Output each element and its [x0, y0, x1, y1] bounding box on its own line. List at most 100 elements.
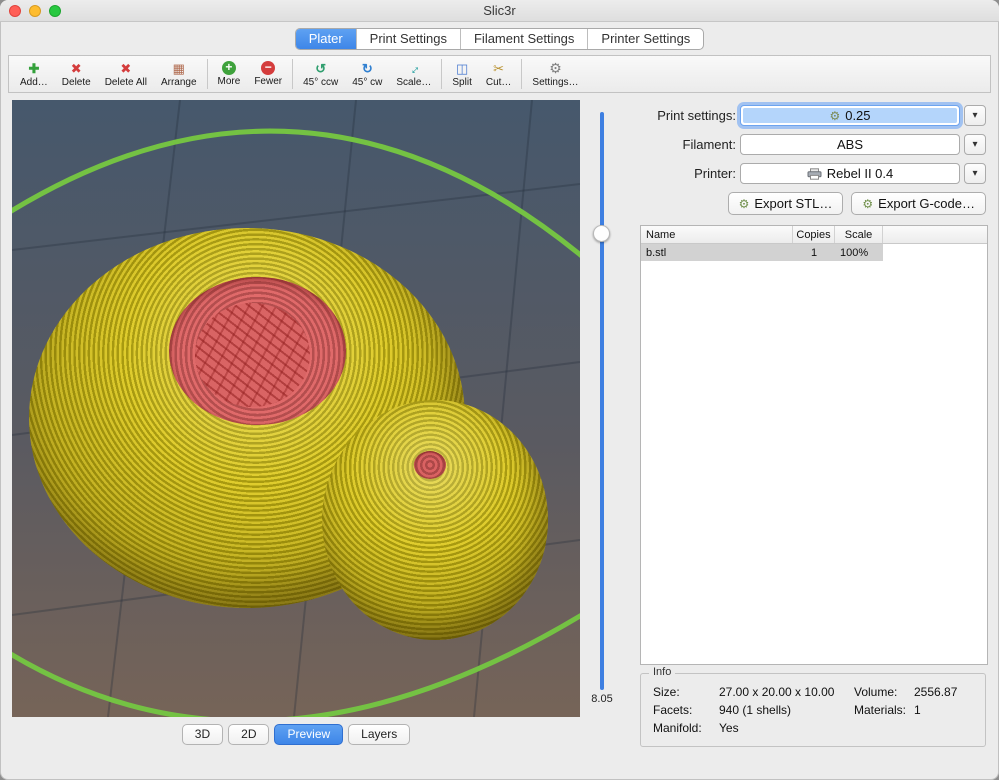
manifold-label: Manifold:: [653, 721, 719, 735]
table-row[interactable]: b.stl 1 100%: [641, 244, 987, 261]
info-grid: Size: 27.00 x 20.00 x 10.00 Volume: 2556…: [653, 685, 979, 735]
cut-button[interactable]: ✂ Cut…: [479, 57, 519, 91]
preview-3d-canvas[interactable]: [12, 100, 580, 717]
object-table[interactable]: Name Copies Scale b.stl 1 100%: [640, 225, 988, 665]
delete-all-button[interactable]: ✖ Delete All: [98, 57, 154, 91]
printer-icon: [807, 168, 822, 180]
rotate-ccw-button[interactable]: ↺ 45° ccw: [296, 57, 345, 91]
add-icon: ✚: [28, 61, 39, 76]
minimize-button[interactable]: [29, 5, 41, 17]
view-button-3d[interactable]: 3D: [182, 724, 223, 745]
tab-print-settings[interactable]: Print Settings: [357, 29, 461, 49]
size-value: 27.00 x 20.00 x 10.00: [719, 685, 854, 699]
tab-control: Plater Print Settings Filament Settings …: [295, 28, 705, 50]
zoom-button[interactable]: [49, 5, 61, 17]
cell-copies: 1: [793, 244, 835, 261]
tab-printer-settings[interactable]: Printer Settings: [588, 29, 703, 49]
slic3r-window: Slic3r Plater Print Settings Filament Se…: [0, 0, 999, 780]
export-gear-icon: ⚙: [739, 198, 750, 210]
materials-label: Materials:: [854, 703, 914, 717]
size-label: Size:: [653, 685, 719, 699]
object-dome-small-infill[interactable]: [414, 451, 446, 479]
printer-value: Rebel II 0.4: [827, 166, 894, 181]
print-settings-selection: ⚙ 0.25: [743, 108, 957, 123]
settings-gear-icon: ⚙: [549, 61, 562, 76]
delete-button[interactable]: ✖ Delete: [55, 57, 98, 91]
split-icon: ◫: [456, 61, 468, 76]
window-title: Slic3r: [0, 0, 999, 22]
scale-button[interactable]: ↔ Scale…: [389, 57, 438, 91]
view-mode-buttons: 3D 2D Preview Layers: [12, 724, 580, 745]
scale-icon: ↔: [404, 58, 424, 78]
export-stl-button[interactable]: ⚙ Export STL…: [728, 192, 844, 215]
tab-plater[interactable]: Plater: [296, 29, 357, 49]
title-bar[interactable]: Slic3r: [0, 0, 999, 22]
print-settings-combo[interactable]: ⚙ 0.25: [740, 105, 960, 126]
object-dome-large-infill[interactable]: [195, 303, 310, 407]
print-settings-value: 0.25: [845, 108, 870, 123]
printer-dropdown-button[interactable]: ▾: [964, 163, 986, 184]
facets-value: 940 (1 shells): [719, 703, 854, 717]
cell-scale: 100%: [835, 244, 883, 261]
delete-all-icon: ✖: [120, 61, 131, 76]
arrange-button[interactable]: ▦ Arrange: [154, 57, 204, 91]
layer-slider-value: 8.05: [582, 693, 622, 705]
rotate-cw-button[interactable]: ↻ 45° cw: [345, 57, 389, 91]
toolbar-separator: [292, 59, 293, 89]
layer-slider-thumb[interactable]: [593, 225, 610, 242]
view-button-preview[interactable]: Preview: [274, 724, 343, 745]
fewer-button[interactable]: − Fewer: [247, 57, 289, 91]
filament-combo[interactable]: ABS: [740, 134, 960, 155]
split-button[interactable]: ◫ Split: [445, 57, 478, 91]
volume-label: Volume:: [854, 685, 914, 699]
printer-label: Printer:: [600, 163, 736, 184]
rotate-ccw-icon: ↺: [315, 61, 326, 76]
arrange-icon: ▦: [173, 61, 185, 76]
toolbar-separator: [521, 59, 522, 89]
print-settings-label: Print settings:: [600, 105, 736, 126]
materials-value: 1: [914, 703, 979, 717]
cut-icon: ✂: [493, 61, 504, 76]
info-group: Info Size: 27.00 x 20.00 x 10.00 Volume:…: [640, 673, 986, 747]
export-buttons-row: ⚙ Export STL… ⚙ Export G-code…: [640, 192, 986, 215]
chevron-down-icon: ▾: [972, 168, 977, 179]
object-dome-small[interactable]: [322, 400, 548, 640]
more-button[interactable]: + More: [211, 57, 248, 91]
tab-filament-settings[interactable]: Filament Settings: [461, 29, 588, 49]
more-icon: +: [222, 61, 236, 75]
export-gcode-button[interactable]: ⚙ Export G-code…: [851, 192, 986, 215]
layer-slider-track[interactable]: [600, 112, 604, 690]
add-button[interactable]: ✚ Add…: [13, 57, 55, 91]
column-header-scale[interactable]: Scale: [835, 226, 883, 243]
column-header-name[interactable]: Name: [641, 226, 793, 243]
gear-icon: ⚙: [829, 110, 840, 122]
tab-bar: Plater Print Settings Filament Settings …: [0, 22, 999, 55]
view-button-2d[interactable]: 2D: [228, 724, 269, 745]
toolbar-separator: [207, 59, 208, 89]
window-controls: [9, 5, 61, 17]
filament-dropdown-button[interactable]: ▾: [964, 134, 986, 155]
info-group-title: Info: [649, 666, 675, 678]
facets-label: Facets:: [653, 703, 719, 717]
plater-toolbar: ✚ Add… ✖ Delete ✖ Delete All ▦ Arrange +…: [8, 55, 991, 93]
export-gear-icon: ⚙: [862, 198, 873, 210]
printer-combo[interactable]: Rebel II 0.4: [740, 163, 960, 184]
filament-value: ABS: [837, 137, 863, 152]
column-header-filler: [883, 226, 987, 243]
delete-icon: ✖: [71, 61, 82, 76]
close-button[interactable]: [9, 5, 21, 17]
manifold-value: Yes: [719, 721, 854, 735]
chevron-down-icon: ▾: [972, 110, 977, 121]
volume-value: 2556.87: [914, 685, 979, 699]
fewer-icon: −: [261, 61, 275, 75]
cell-name: b.stl: [641, 244, 793, 261]
object-table-header: Name Copies Scale: [641, 226, 987, 244]
view-button-layers[interactable]: Layers: [348, 724, 410, 745]
filament-label: Filament:: [600, 134, 736, 155]
print-settings-dropdown-button[interactable]: ▾: [964, 105, 986, 126]
column-header-copies[interactable]: Copies: [793, 226, 835, 243]
toolbar-separator: [441, 59, 442, 89]
chevron-down-icon: ▾: [972, 139, 977, 150]
rotate-cw-icon: ↻: [362, 61, 373, 76]
settings-button[interactable]: ⚙ Settings…: [525, 57, 585, 91]
